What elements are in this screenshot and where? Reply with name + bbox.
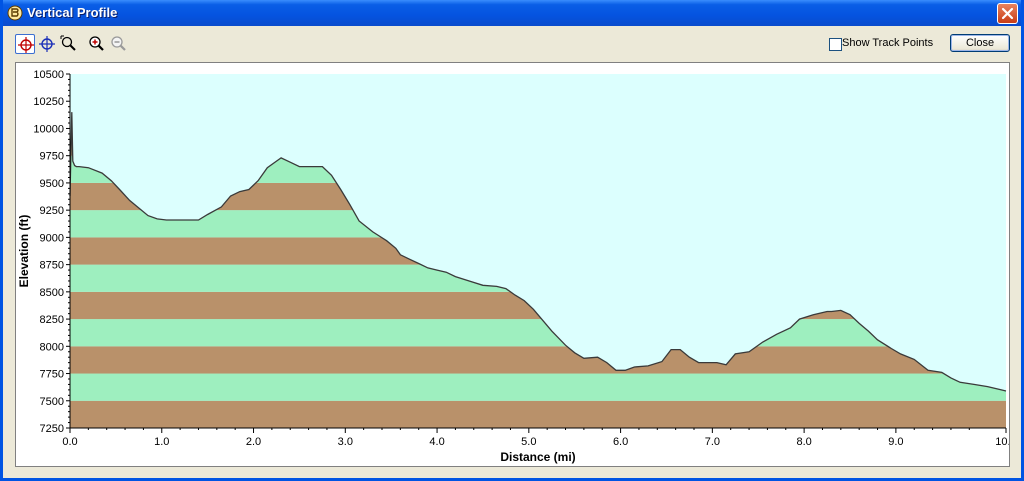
- x-tick-label: 1.0: [154, 436, 169, 448]
- x-tick-label: 3.0: [338, 436, 353, 448]
- y-tick-label: 9250: [40, 205, 64, 217]
- y-tick-label: 8000: [40, 341, 64, 353]
- y-tick-label: 8250: [40, 314, 64, 326]
- y-axis-title: Elevation (ft): [17, 215, 31, 288]
- elevation-band: [70, 400, 1006, 428]
- x-tick-label: 5.0: [521, 436, 536, 448]
- elevation-band: [70, 346, 1006, 374]
- app-icon: [7, 5, 23, 21]
- zoom-out-button[interactable]: [109, 34, 129, 54]
- y-tick-label: 8500: [40, 287, 64, 299]
- x-tick-label: 8.0: [796, 436, 811, 448]
- y-tick-label: 9500: [40, 178, 64, 190]
- close-icon: [1001, 7, 1014, 20]
- x-tick-label: 6.0: [613, 436, 628, 448]
- y-tick-label: 7750: [40, 369, 64, 381]
- zoom-out-icon: [111, 36, 126, 51]
- x-tick-label: 0.0: [62, 436, 77, 448]
- crosshair-select-icon: [18, 37, 34, 53]
- y-tick-label: 8750: [40, 260, 64, 272]
- close-button[interactable]: Close: [950, 34, 1010, 52]
- x-axis-title: Distance (mi): [500, 450, 575, 464]
- y-tick-label: 7500: [40, 396, 64, 408]
- y-tick-label: 10000: [33, 123, 64, 135]
- x-tick-label: 7.0: [705, 436, 720, 448]
- x-tick-label: 4.0: [429, 436, 444, 448]
- zoom-in-button[interactable]: [87, 34, 107, 54]
- y-tick-label: 10500: [33, 69, 64, 81]
- crosshair-pan-icon: [39, 36, 55, 52]
- vertical-profile-window: Vertical Profile Show Track Points Close…: [0, 0, 1024, 481]
- x-tick-label: 2.0: [246, 436, 261, 448]
- y-tick-label: 7250: [40, 423, 64, 435]
- select-tool-button[interactable]: [15, 34, 35, 54]
- title-bar[interactable]: Vertical Profile: [3, 0, 1021, 26]
- zoom-box-tool-button[interactable]: [59, 34, 79, 54]
- window-close-button[interactable]: [997, 3, 1018, 24]
- x-tick-label: 10.2: [995, 436, 1009, 448]
- elevation-profile-chart[interactable]: 7250 7500 7750 8000 8250 8500 8750 9000 9250 9500…: [16, 63, 1009, 466]
- elevation-band: [70, 373, 1006, 401]
- pan-tool-button[interactable]: [37, 34, 57, 54]
- show-track-points-checkbox[interactable]: [829, 38, 842, 51]
- show-track-points-label: Show Track Points: [842, 37, 934, 49]
- y-tick-label: 9000: [40, 232, 64, 244]
- zoom-in-icon: [89, 36, 104, 51]
- window-title: Vertical Profile: [27, 5, 118, 20]
- zoom-box-icon: [60, 35, 76, 51]
- y-tick-label: 10250: [33, 96, 64, 108]
- y-tick-label: 9750: [40, 151, 64, 163]
- elevation-chart-panel: 7250 7500 7750 8000 8250 8500 8750 9000 9250 9500…: [15, 62, 1010, 467]
- x-tick-label: 9.0: [888, 436, 903, 448]
